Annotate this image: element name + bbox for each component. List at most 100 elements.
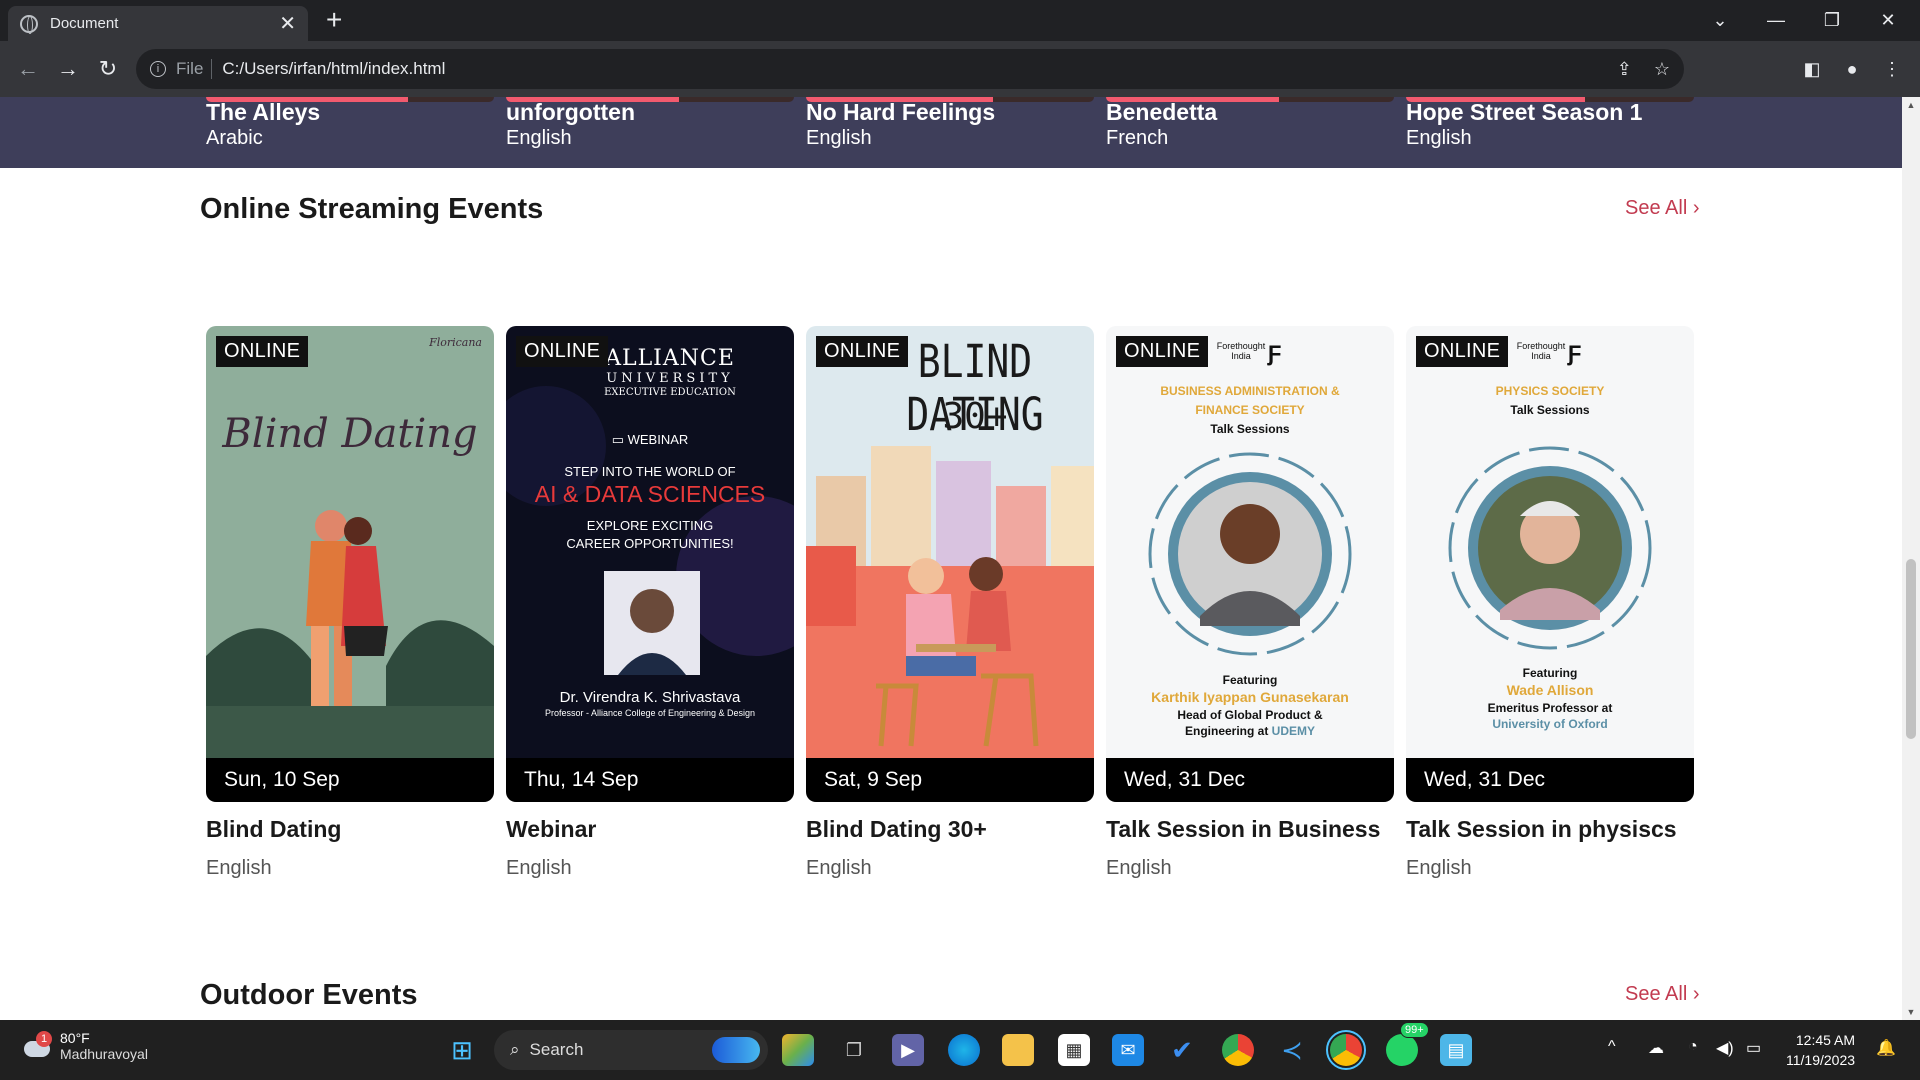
poster-line2: 30+ [942, 396, 1008, 437]
taskbar-search[interactable]: ⌕ Search [494, 1030, 768, 1070]
event-language: English [806, 857, 872, 879]
poster-script-title: Blind Dating [222, 411, 478, 457]
reload-button[interactable]: ↻ [92, 53, 124, 85]
event-language: English [1106, 857, 1172, 879]
event-date: Sat, 9 Sep [806, 758, 1094, 802]
online-badge: ONLINE [516, 336, 609, 367]
recommended-title: unforgotten [506, 99, 636, 125]
windows-taskbar: 1 80°F Madhuravoyal ⊞ ⌕ Search ❐ ▶ ▦ ✉ ✔… [0, 1020, 1920, 1080]
tray-overflow-chevron-icon[interactable]: ^ [1608, 1038, 1616, 1056]
window-close-button[interactable]: ✕ [1860, 0, 1916, 41]
new-tab-button[interactable]: + [326, 4, 342, 36]
scroll-up-arrow-icon[interactable]: ▲ [1902, 100, 1920, 110]
event-date: Wed, 31 Dec [1106, 758, 1394, 802]
address-bar[interactable]: i File C:/Users/irfan/html/index.html ⇪ … [136, 49, 1684, 89]
chevron-right-icon: › [1692, 197, 1700, 219]
event-card[interactable]: Forethought India Ƒ BUSINESS ADMINISTRAT… [1106, 326, 1394, 880]
system-clock[interactable]: 12:45 AM 11/19/2023 [1786, 1030, 1855, 1070]
poster-society-1: BUSINESS ADMINISTRATION & [1160, 384, 1340, 398]
browser-tab[interactable]: Document ✕ [8, 6, 308, 41]
wifi-icon[interactable]: ◔ [1688, 1038, 1698, 1056]
onedrive-icon[interactable]: ☁ [1648, 1038, 1664, 1058]
share-icon[interactable]: ⇪ [1617, 59, 1632, 80]
event-title: Blind Dating [206, 816, 342, 842]
whatsapp-icon[interactable]: 99+ [1386, 1022, 1429, 1066]
poster-sub: Talk Sessions [1210, 422, 1290, 436]
scroll-down-arrow-icon[interactable]: ▼ [1902, 1007, 1920, 1017]
see-all-label: See All [1625, 983, 1688, 1005]
event-card[interactable]: Blind Dating Floricana ONLINE Sun, 10 Se… [206, 326, 494, 880]
poster-speaker: Dr. Virendra K. Shrivastava [559, 689, 741, 706]
profile-icon[interactable]: ● [1836, 53, 1868, 85]
battery-icon[interactable]: ▭ [1746, 1038, 1761, 1058]
poster-line2: EXPLORE EXCITING [586, 518, 714, 533]
side-panel-icon[interactable]: ◧ [1796, 53, 1828, 85]
poster-speaker: Wade Allison [1506, 682, 1594, 698]
poster-brand: Floricana [429, 336, 482, 349]
bookmark-star-icon[interactable]: ☆ [1654, 59, 1670, 80]
recommended-language: Arabic [206, 127, 263, 149]
poster-speaker-role: Professor - Alliance College of Engineer… [544, 708, 756, 718]
poster-featuring: Featuring [1222, 673, 1278, 687]
volume-icon[interactable]: ◀) [1716, 1038, 1734, 1058]
chrome-profile-icon[interactable] [1222, 1034, 1254, 1066]
microsoft-store-icon[interactable]: ▦ [1058, 1034, 1090, 1066]
minimize-button[interactable]: — [1748, 0, 1804, 41]
todo-check-icon[interactable]: ✔ [1166, 1034, 1198, 1066]
poster-brand: Forethought India [1516, 341, 1566, 361]
tab-strip: Document ✕ + ⌄ — ❐ ✕ [0, 0, 1920, 41]
weather-location: Madhuravoyal [60, 1046, 148, 1062]
search-icon: ⌕ [510, 1040, 520, 1059]
tab-search-chevron-icon[interactable]: ⌄ [1692, 0, 1748, 41]
browser-toolbar: ← → ↻ i File C:/Users/irfan/html/index.h… [0, 41, 1920, 97]
page-scrollbar[interactable]: ▲ ▼ [1902, 97, 1920, 1020]
url-scheme-label: File [176, 59, 204, 78]
site-info-icon[interactable]: i [150, 61, 166, 77]
clock-date: 11/19/2023 [1786, 1052, 1856, 1068]
forward-button[interactable]: → [52, 53, 84, 85]
event-card[interactable]: ALLIANCE UNIVERSITY EXECUTIVE EDUCATION … [506, 326, 794, 880]
chrome-icon[interactable] [1326, 1030, 1366, 1070]
event-date: Wed, 31 Dec [1406, 758, 1694, 802]
event-poster: Forethought India Ƒ PHYSICS SOCIETY Talk… [1406, 326, 1694, 758]
recommended-language: English [506, 127, 572, 149]
online-badge: ONLINE [216, 336, 309, 367]
mail-icon[interactable]: ✉ [1112, 1034, 1144, 1066]
recommended-strip: The Alleys Arabic unforgotten English No… [0, 97, 1902, 168]
teams-icon[interactable]: ▶ [892, 1034, 924, 1066]
online-badge: ONLINE [1416, 336, 1509, 367]
see-all-online-link[interactable]: See All › [1625, 197, 1700, 220]
chevron-right-icon: › [1692, 983, 1700, 1005]
event-poster: Forethought India Ƒ BUSINESS ADMINISTRAT… [1106, 326, 1394, 758]
event-date: Sun, 10 Sep [206, 758, 494, 802]
tab-title: Document [50, 15, 119, 32]
event-title: Webinar [506, 816, 597, 842]
see-all-outdoor-link[interactable]: See All › [1625, 983, 1700, 1006]
poster-kind: ▭ WEBINAR [506, 432, 794, 448]
notepad-icon[interactable]: ▤ [1440, 1034, 1472, 1066]
weather-alert-badge: 1 [36, 1031, 52, 1047]
recommended-language: English [806, 127, 872, 149]
online-badge: ONLINE [816, 336, 909, 367]
restore-button[interactable]: ❐ [1804, 0, 1860, 41]
back-button[interactable]: ← [12, 53, 44, 85]
task-view-icon[interactable]: ❐ [838, 1034, 870, 1066]
url-text[interactable]: C:/Users/irfan/html/index.html [222, 59, 445, 79]
menu-kebab-icon[interactable]: ⋮ [1876, 53, 1908, 85]
poster-illustration [206, 510, 494, 758]
event-poster: ALLIANCE UNIVERSITY EXECUTIVE EDUCATION … [506, 326, 794, 758]
event-card[interactable]: Forethought India Ƒ PHYSICS SOCIETY Talk… [1406, 326, 1694, 880]
edge-icon[interactable] [948, 1034, 980, 1066]
notification-bell-icon[interactable]: 🔔 [1876, 1038, 1896, 1058]
scrollbar-thumb[interactable] [1906, 559, 1916, 739]
start-windows-icon[interactable]: ⊞ [446, 1034, 478, 1066]
vscode-icon[interactable]: ≺ [1276, 1034, 1308, 1066]
app-icon-preview[interactable] [782, 1034, 814, 1066]
event-card[interactable]: BLIND DATING 30+ ONLINE Sat, 9 Sep Blind… [806, 326, 1094, 880]
event-language: English [206, 857, 272, 879]
weather-widget[interactable]: 1 80°F Madhuravoyal [22, 1030, 148, 1062]
section-title-outdoor: Outdoor Events [200, 979, 418, 1011]
close-tab-icon[interactable]: ✕ [279, 11, 296, 36]
file-explorer-icon[interactable] [1002, 1034, 1034, 1066]
event-title: Talk Session in physiscs [1406, 816, 1677, 842]
